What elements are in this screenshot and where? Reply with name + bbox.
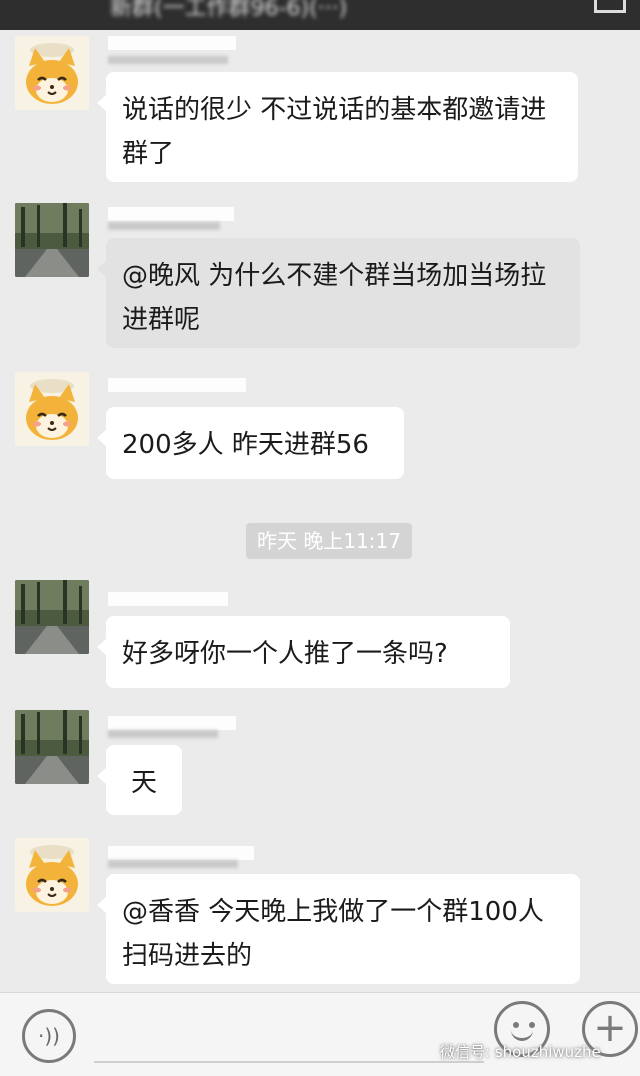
sender-name-masked xyxy=(108,378,246,392)
shiba-dog-icon xyxy=(15,838,89,912)
message-bubble[interactable]: 200多人 昨天进群56 xyxy=(97,407,404,479)
sender-name-blur xyxy=(108,56,228,64)
input-bar: ·)) + 微信号: shouzhiwuzhe xyxy=(0,992,640,1076)
title-bar: 新群(一工作群96-6)(···) xyxy=(0,0,640,30)
avatar-forest-photo[interactable] xyxy=(15,203,89,277)
avatar-shiba-dog[interactable] xyxy=(15,36,89,110)
sender-name-blur xyxy=(108,860,238,868)
chat-title: 新群(一工作群96-6)(···) xyxy=(110,0,348,21)
forest-photo-icon xyxy=(15,710,89,784)
sender-name-masked xyxy=(108,716,236,730)
sender-name-masked xyxy=(108,846,254,860)
message-bubble[interactable]: @晚风 为什么不建个群当场加当场拉进群呢 xyxy=(97,238,580,348)
forest-photo-icon xyxy=(15,580,89,654)
shiba-dog-icon xyxy=(15,36,89,110)
message-bubble[interactable]: 说话的很少 不过说话的基本都邀请进群了 xyxy=(97,72,578,182)
watermark: 微信号: shouzhiwuzhe xyxy=(440,1043,601,1061)
timestamp: 昨天 晚上11:17 xyxy=(246,523,412,559)
message-bubble[interactable]: 天 xyxy=(97,745,182,815)
sender-name-masked xyxy=(108,36,236,50)
shiba-dog-icon xyxy=(15,372,89,446)
avatar-forest-photo[interactable] xyxy=(15,580,89,654)
sender-name-blur xyxy=(108,222,220,230)
avatar-shiba-dog[interactable] xyxy=(15,838,89,912)
sender-name-blur xyxy=(108,730,218,738)
emoji-mouth xyxy=(511,1026,533,1041)
forest-photo-icon xyxy=(15,203,89,277)
sender-name-masked xyxy=(108,592,228,606)
message-input[interactable] xyxy=(94,1061,484,1063)
sender-name-masked xyxy=(108,207,234,221)
avatar-forest-photo[interactable] xyxy=(15,710,89,784)
message-bubble[interactable]: 好多呀你一个人推了一条吗? xyxy=(97,616,510,688)
message-bubble[interactable]: @香香 今天晚上我做了一个群100人扫码进去的 xyxy=(97,874,580,984)
voice-icon[interactable]: ·)) xyxy=(22,1009,76,1063)
chat-menu-icon[interactable] xyxy=(594,0,626,13)
avatar-shiba-dog[interactable] xyxy=(15,372,89,446)
